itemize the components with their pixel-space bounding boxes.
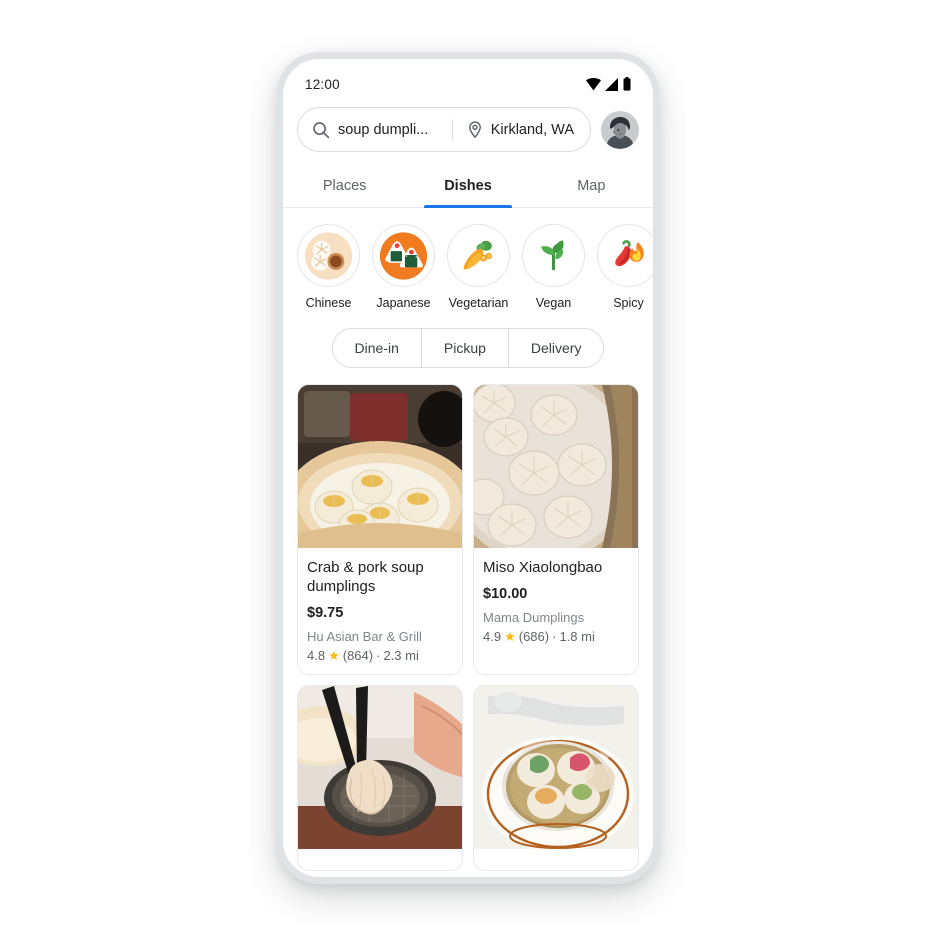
screenshot-stage: 12:00 soup dumpli... Kirkland, WA Places… — [0, 0, 936, 936]
category-label: Vegan — [535, 296, 572, 310]
location-text: Kirkland, WA — [490, 121, 574, 138]
dish-card-body — [298, 849, 462, 870]
dish-photo-xiaolongbao — [474, 385, 638, 548]
category-label: Japanese — [376, 296, 431, 310]
dish-card-body: Crab & pork soup dumplings $9.75 Hu Asia… — [298, 548, 462, 674]
dish-card-body — [474, 849, 638, 870]
status-bar-time: 12:00 — [305, 76, 340, 92]
cellular-signal-icon — [605, 77, 619, 91]
dish-rating-row: 4.8 ★ (864) · 2.3 mi — [307, 648, 453, 663]
dish-card[interactable]: Crab & pork soup dumplings $9.75 Hu Asia… — [297, 384, 463, 676]
location-input[interactable]: Kirkland, WA — [453, 108, 590, 151]
carrot-icon — [447, 224, 510, 287]
dish-restaurant: Hu Asian Bar & Grill — [307, 629, 422, 645]
dish-review-count: (686) — [518, 629, 550, 645]
tab-places[interactable]: Places — [283, 164, 406, 207]
chili-flame-icon — [597, 224, 653, 287]
dish-grid: Crab & pork soup dumplings $9.75 Hu Asia… — [283, 368, 653, 872]
phone-screen: 12:00 soup dumpli... Kirkland, WA Places… — [283, 59, 653, 877]
category-chip-japanese[interactable]: Japanese — [372, 224, 435, 310]
category-chip-vegetarian[interactable]: Vegetarian — [447, 224, 510, 310]
dish-price: $9.75 — [307, 605, 344, 622]
dish-card[interactable] — [297, 685, 463, 872]
dish-rating-row: 4.9 ★ (686) · 1.8 mi — [483, 629, 629, 644]
category-chip-spicy[interactable]: Spicy — [597, 224, 653, 310]
category-chip-vegan[interactable]: Vegan — [522, 224, 585, 310]
dumpling-icon — [297, 224, 360, 287]
dish-distance: 2.3 mi — [383, 648, 419, 664]
dish-name: Miso Xiaolongbao — [483, 559, 603, 576]
star-icon: ★ — [328, 648, 340, 664]
dish-photo-chopsticks-dumpling — [298, 686, 462, 850]
category-chip-chinese[interactable]: Chinese — [297, 224, 360, 310]
service-filter-row: Dine-in Pickup Delivery — [283, 328, 653, 368]
tab-map[interactable]: Map — [530, 164, 653, 207]
filter-pickup[interactable]: Pickup — [421, 329, 509, 367]
status-bar-icons — [586, 77, 631, 91]
search-input[interactable]: soup dumpli... — [298, 108, 452, 151]
meta-separator: · — [376, 648, 381, 664]
dish-photo-soup-dumplings — [298, 385, 462, 548]
search-bar[interactable]: soup dumpli... Kirkland, WA — [297, 107, 591, 152]
status-bar: 12:00 — [283, 59, 653, 103]
search-row: soup dumpli... Kirkland, WA — [283, 107, 653, 152]
location-pin-icon — [467, 120, 483, 139]
dish-card[interactable] — [473, 685, 639, 872]
dish-price: $10.00 — [483, 586, 528, 603]
dish-rating: 4.9 — [483, 629, 502, 645]
dish-distance: 1.8 mi — [559, 629, 595, 645]
category-chip-row[interactable]: Chinese Japanese Vegetarian Vegan Spicy — [283, 208, 653, 310]
dish-card-body: Miso Xiaolongbao $10.00 Mama Dumplings 4… — [474, 548, 638, 655]
dish-card[interactable]: Miso Xiaolongbao $10.00 Mama Dumplings 4… — [473, 384, 639, 676]
tab-bar: Places Dishes Map — [283, 164, 653, 208]
tab-dishes[interactable]: Dishes — [406, 164, 529, 208]
search-query-text: soup dumpli... — [338, 121, 429, 138]
dish-review-count: (864) — [342, 648, 374, 664]
search-icon — [312, 121, 330, 139]
meta-separator: · — [552, 629, 557, 645]
dish-photo-dumplings-in-broth — [474, 686, 638, 850]
wifi-icon — [586, 77, 601, 91]
user-avatar[interactable] — [601, 110, 639, 149]
sprout-icon — [522, 224, 585, 287]
filter-delivery[interactable]: Delivery — [508, 329, 604, 367]
dish-restaurant: Mama Dumplings — [483, 610, 585, 626]
onigiri-icon — [372, 224, 435, 287]
category-label: Spicy — [613, 296, 644, 310]
star-icon: ★ — [504, 629, 516, 645]
category-label: Chinese — [305, 296, 352, 310]
category-label: Vegetarian — [448, 296, 509, 310]
dish-name: Crab & pork soup dumplings — [307, 559, 424, 596]
dish-rating: 4.8 — [307, 648, 326, 664]
filter-dine-in[interactable]: Dine-in — [332, 329, 422, 367]
battery-icon — [623, 77, 631, 91]
service-filter-group[interactable]: Dine-in Pickup Delivery — [331, 328, 605, 368]
